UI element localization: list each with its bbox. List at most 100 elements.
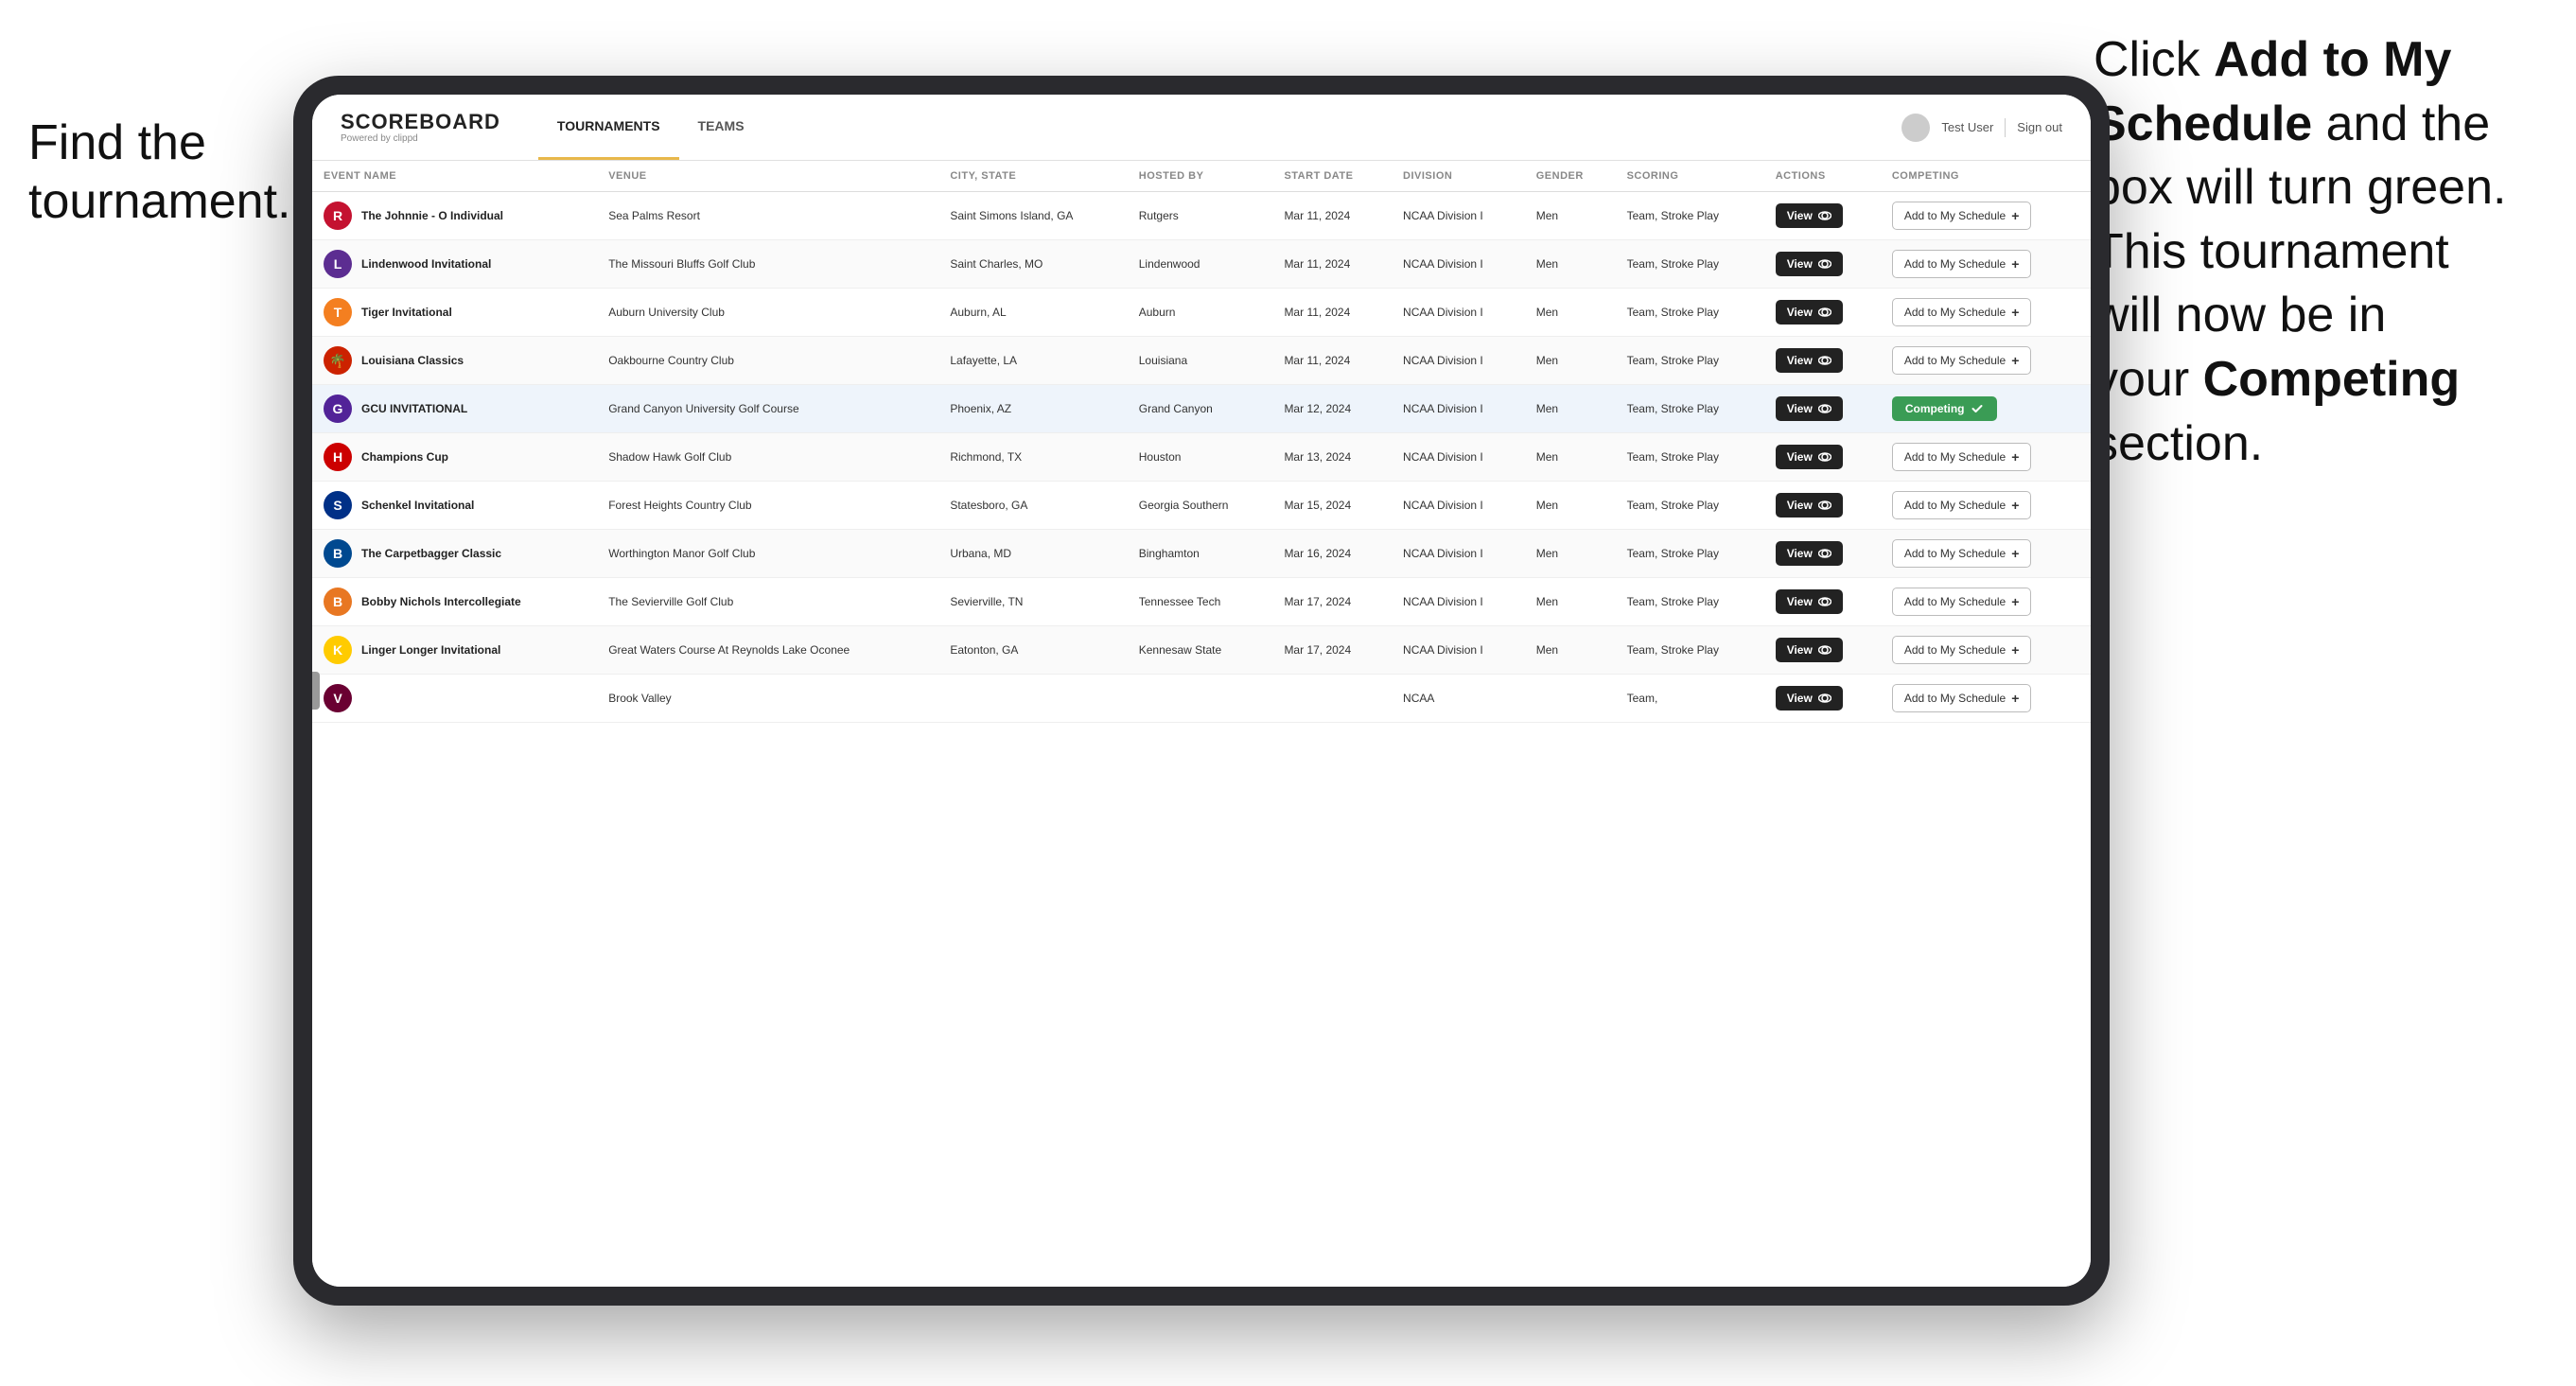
table-row: R The Johnnie - O Individual Sea Palms R… bbox=[312, 192, 2091, 240]
competing-cell: Add to My Schedule + bbox=[1881, 482, 2091, 530]
add-schedule-button[interactable]: Add to My Schedule + bbox=[1892, 684, 2032, 712]
logo-area: SCOREBOARD Powered by clippd bbox=[341, 112, 500, 144]
view-button[interactable]: View bbox=[1776, 686, 1843, 711]
add-schedule-button[interactable]: Add to My Schedule + bbox=[1892, 250, 2032, 278]
nav-tabs: TOURNAMENTS TEAMS bbox=[538, 95, 763, 160]
plus-icon: + bbox=[2011, 449, 2019, 465]
view-button[interactable]: View bbox=[1776, 348, 1843, 373]
hosted-cell: Kennesaw State bbox=[1128, 626, 1273, 675]
add-schedule-button[interactable]: Add to My Schedule + bbox=[1892, 539, 2032, 568]
plus-icon: + bbox=[2011, 498, 2019, 513]
checkmark-icon bbox=[1971, 402, 1984, 415]
scoring-cell: Team, Stroke Play bbox=[1616, 240, 1764, 289]
event-name: The Johnnie - O Individual bbox=[361, 209, 503, 222]
team-logo: K bbox=[324, 636, 352, 664]
sign-out-link[interactable]: Sign out bbox=[2017, 120, 2062, 134]
date-cell: Mar 16, 2024 bbox=[1272, 530, 1392, 578]
scoring-cell: Team, Stroke Play bbox=[1616, 192, 1764, 240]
plus-icon: + bbox=[2011, 594, 2019, 609]
tab-tournaments[interactable]: TOURNAMENTS bbox=[538, 95, 679, 160]
team-logo: B bbox=[324, 588, 352, 616]
col-scoring: SCORING bbox=[1616, 161, 1764, 192]
division-cell: NCAA bbox=[1392, 675, 1525, 723]
view-button[interactable]: View bbox=[1776, 300, 1843, 325]
competing-button[interactable]: Competing bbox=[1892, 396, 1997, 421]
date-cell: Mar 12, 2024 bbox=[1272, 385, 1392, 433]
add-schedule-button[interactable]: Add to My Schedule + bbox=[1892, 298, 2032, 326]
eye-icon bbox=[1818, 402, 1831, 415]
hosted-cell: Tennessee Tech bbox=[1128, 578, 1273, 626]
view-button[interactable]: View bbox=[1776, 493, 1843, 518]
tournaments-table: EVENT NAME VENUE CITY, STATE HOSTED BY S… bbox=[312, 161, 2091, 723]
add-schedule-button[interactable]: Add to My Schedule + bbox=[1892, 588, 2032, 616]
scoring-cell: Team, Stroke Play bbox=[1616, 626, 1764, 675]
add-schedule-button[interactable]: Add to My Schedule + bbox=[1892, 346, 2032, 375]
venue-cell: The Missouri Bluffs Golf Club bbox=[597, 240, 938, 289]
city-cell: Phoenix, AZ bbox=[938, 385, 1127, 433]
view-button[interactable]: View bbox=[1776, 252, 1843, 276]
team-logo: 🌴 bbox=[324, 346, 352, 375]
add-schedule-button[interactable]: Add to My Schedule + bbox=[1892, 202, 2032, 230]
team-logo: G bbox=[324, 395, 352, 423]
eye-icon bbox=[1818, 547, 1831, 560]
city-cell: Auburn, AL bbox=[938, 289, 1127, 337]
action-cell: View bbox=[1764, 289, 1881, 337]
col-venue: VENUE bbox=[597, 161, 938, 192]
add-schedule-button[interactable]: Add to My Schedule + bbox=[1892, 443, 2032, 471]
event-name-cell: B The Carpetbagger Classic bbox=[312, 530, 597, 578]
tab-teams[interactable]: TEAMS bbox=[679, 95, 763, 160]
eye-icon bbox=[1818, 257, 1831, 271]
view-button[interactable]: View bbox=[1776, 396, 1843, 421]
venue-cell: Sea Palms Resort bbox=[597, 192, 938, 240]
annotation-left: Find the tournament. bbox=[28, 114, 293, 232]
event-name-cell: R The Johnnie - O Individual bbox=[312, 192, 597, 240]
competing-cell: Add to My Schedule + bbox=[1881, 433, 2091, 482]
tablet-screen: SCOREBOARD Powered by clippd TOURNAMENTS… bbox=[312, 95, 2091, 1287]
venue-cell: Grand Canyon University Golf Course bbox=[597, 385, 938, 433]
venue-cell: Forest Heights Country Club bbox=[597, 482, 938, 530]
view-button[interactable]: View bbox=[1776, 203, 1843, 228]
team-logo: L bbox=[324, 250, 352, 278]
col-actions: ACTIONS bbox=[1764, 161, 1881, 192]
col-gender: GENDER bbox=[1525, 161, 1616, 192]
hosted-cell bbox=[1128, 675, 1273, 723]
division-cell: NCAA Division I bbox=[1392, 578, 1525, 626]
competing-cell: Add to My Schedule + bbox=[1881, 192, 2091, 240]
scoring-cell: Team, Stroke Play bbox=[1616, 578, 1764, 626]
competing-cell: Add to My Schedule + bbox=[1881, 626, 2091, 675]
venue-cell: Shadow Hawk Golf Club bbox=[597, 433, 938, 482]
col-hosted: HOSTED BY bbox=[1128, 161, 1273, 192]
view-button[interactable]: View bbox=[1776, 589, 1843, 614]
table-row: S Schenkel Invitational Forest Heights C… bbox=[312, 482, 2091, 530]
event-name: Lindenwood Invitational bbox=[361, 257, 491, 271]
hosted-cell: Grand Canyon bbox=[1128, 385, 1273, 433]
eye-icon bbox=[1818, 595, 1831, 608]
venue-cell: Auburn University Club bbox=[597, 289, 938, 337]
table-container: EVENT NAME VENUE CITY, STATE HOSTED BY S… bbox=[312, 161, 2091, 1287]
plus-icon: + bbox=[2011, 353, 2019, 368]
date-cell: Mar 11, 2024 bbox=[1272, 192, 1392, 240]
add-schedule-button[interactable]: Add to My Schedule + bbox=[1892, 491, 2032, 519]
header-right: Test User Sign out bbox=[1901, 114, 2062, 142]
division-cell: NCAA Division I bbox=[1392, 289, 1525, 337]
team-logo: V bbox=[324, 684, 352, 712]
view-button[interactable]: View bbox=[1776, 445, 1843, 469]
action-cell: View bbox=[1764, 192, 1881, 240]
user-label: Test User bbox=[1941, 120, 1993, 134]
add-schedule-button[interactable]: Add to My Schedule + bbox=[1892, 636, 2032, 664]
app-header: SCOREBOARD Powered by clippd TOURNAMENTS… bbox=[312, 95, 2091, 161]
gender-cell: Men bbox=[1525, 530, 1616, 578]
city-cell: Lafayette, LA bbox=[938, 337, 1127, 385]
table-row: T Tiger Invitational Auburn University C… bbox=[312, 289, 2091, 337]
city-cell: Eatonton, GA bbox=[938, 626, 1127, 675]
action-cell: View bbox=[1764, 337, 1881, 385]
view-button[interactable]: View bbox=[1776, 638, 1843, 662]
event-name: GCU INVITATIONAL bbox=[361, 402, 467, 415]
col-division: DIVISION bbox=[1392, 161, 1525, 192]
division-cell: NCAA Division I bbox=[1392, 240, 1525, 289]
gender-cell bbox=[1525, 675, 1616, 723]
view-button[interactable]: View bbox=[1776, 541, 1843, 566]
hosted-cell: Lindenwood bbox=[1128, 240, 1273, 289]
logo-sub: Powered by clippd bbox=[341, 134, 500, 144]
eye-icon bbox=[1818, 450, 1831, 464]
